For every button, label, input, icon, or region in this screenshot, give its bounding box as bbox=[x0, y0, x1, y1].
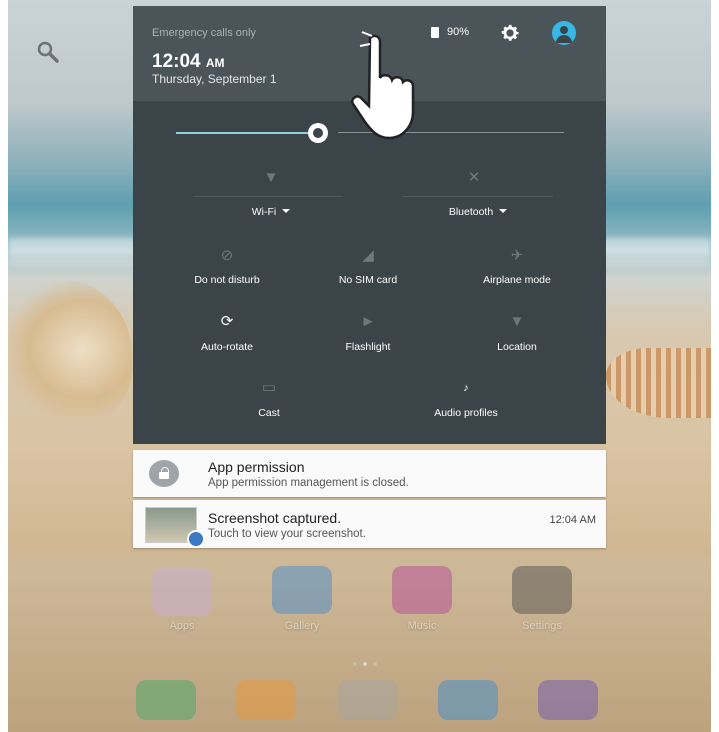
screenshot-badge-icon bbox=[187, 530, 205, 548]
date-text[interactable]: Thursday, September 1 bbox=[152, 72, 277, 86]
seashell-decoration bbox=[606, 348, 711, 418]
tile-label-text: Bluetooth bbox=[448, 206, 494, 218]
emergency-calls-text: Emergency calls only bbox=[152, 27, 256, 39]
battery-icon bbox=[431, 27, 439, 38]
notification-title: App permission bbox=[208, 459, 305, 475]
tile-label-wifi[interactable]: Wi-Fi bbox=[196, 206, 346, 218]
airplane-icon: ✈ bbox=[510, 247, 524, 264]
brightness-slider-fill bbox=[176, 132, 314, 134]
tile-label-location: Location bbox=[497, 341, 537, 353]
dim-overlay bbox=[8, 556, 711, 732]
tile-label-audio-profiles: Audio profiles bbox=[434, 407, 498, 419]
brightness-slider-thumb[interactable] bbox=[308, 123, 328, 143]
audio-profiles-icon: ♪ bbox=[463, 382, 469, 394]
location-off-icon: ▼ bbox=[509, 313, 525, 330]
home-screen: Apps Gallery Music Settings Emergency ca… bbox=[8, 0, 711, 732]
gear-icon[interactable] bbox=[499, 22, 521, 44]
lock-icon bbox=[149, 460, 179, 487]
tile-divider bbox=[403, 196, 553, 197]
chevron-down-icon[interactable] bbox=[282, 209, 291, 213]
clock[interactable]: 12:04 AM bbox=[152, 51, 225, 73]
auto-rotate-icon: ⟳ bbox=[220, 313, 234, 330]
swipe-hand-icon bbox=[351, 31, 415, 140]
user-profile-icon[interactable] bbox=[552, 21, 576, 45]
tile-label-cast: Cast bbox=[258, 407, 280, 419]
bluetooth-off-icon: ✕ bbox=[467, 169, 481, 186]
tile-label-airplane-mode: Airplane mode bbox=[483, 274, 551, 286]
tile-label-no-sim-card: No SIM card bbox=[338, 274, 398, 286]
clock-time: 12:04 bbox=[152, 51, 201, 72]
notification-time: 12:04 AM bbox=[549, 514, 596, 526]
search-icon[interactable] bbox=[36, 40, 60, 64]
notification-app-permission[interactable]: App permission App permission management… bbox=[133, 450, 606, 497]
tile-label-text: Wi-Fi bbox=[251, 206, 277, 218]
tile-divider bbox=[193, 196, 343, 197]
sim-card-icon: ◢ bbox=[362, 247, 374, 264]
wifi-off-icon: ▼ bbox=[263, 169, 279, 186]
tile-label-do-not-disturb: Do not disturb bbox=[194, 274, 260, 286]
notification-screenshot[interactable]: Screenshot captured. Touch to view your … bbox=[133, 500, 606, 548]
do-not-disturb-icon: ⊘ bbox=[220, 247, 234, 264]
battery-percent: 90% bbox=[447, 26, 470, 38]
cast-icon: ▭ bbox=[261, 379, 277, 396]
notification-subtitle: App permission management is closed. bbox=[208, 477, 409, 489]
tile-label-flashlight: Flashlight bbox=[345, 341, 391, 353]
clock-ampm: AM bbox=[205, 56, 225, 70]
seashell-decoration bbox=[8, 280, 132, 420]
notification-subtitle: Touch to view your screenshot. bbox=[208, 528, 366, 540]
flashlight-icon: ► bbox=[360, 313, 376, 330]
tile-label-bluetooth[interactable]: Bluetooth bbox=[403, 206, 553, 218]
chevron-down-icon[interactable] bbox=[499, 209, 508, 213]
notification-title: Screenshot captured. bbox=[208, 510, 342, 526]
tile-label-auto-rotate: Auto-rotate bbox=[201, 341, 253, 353]
